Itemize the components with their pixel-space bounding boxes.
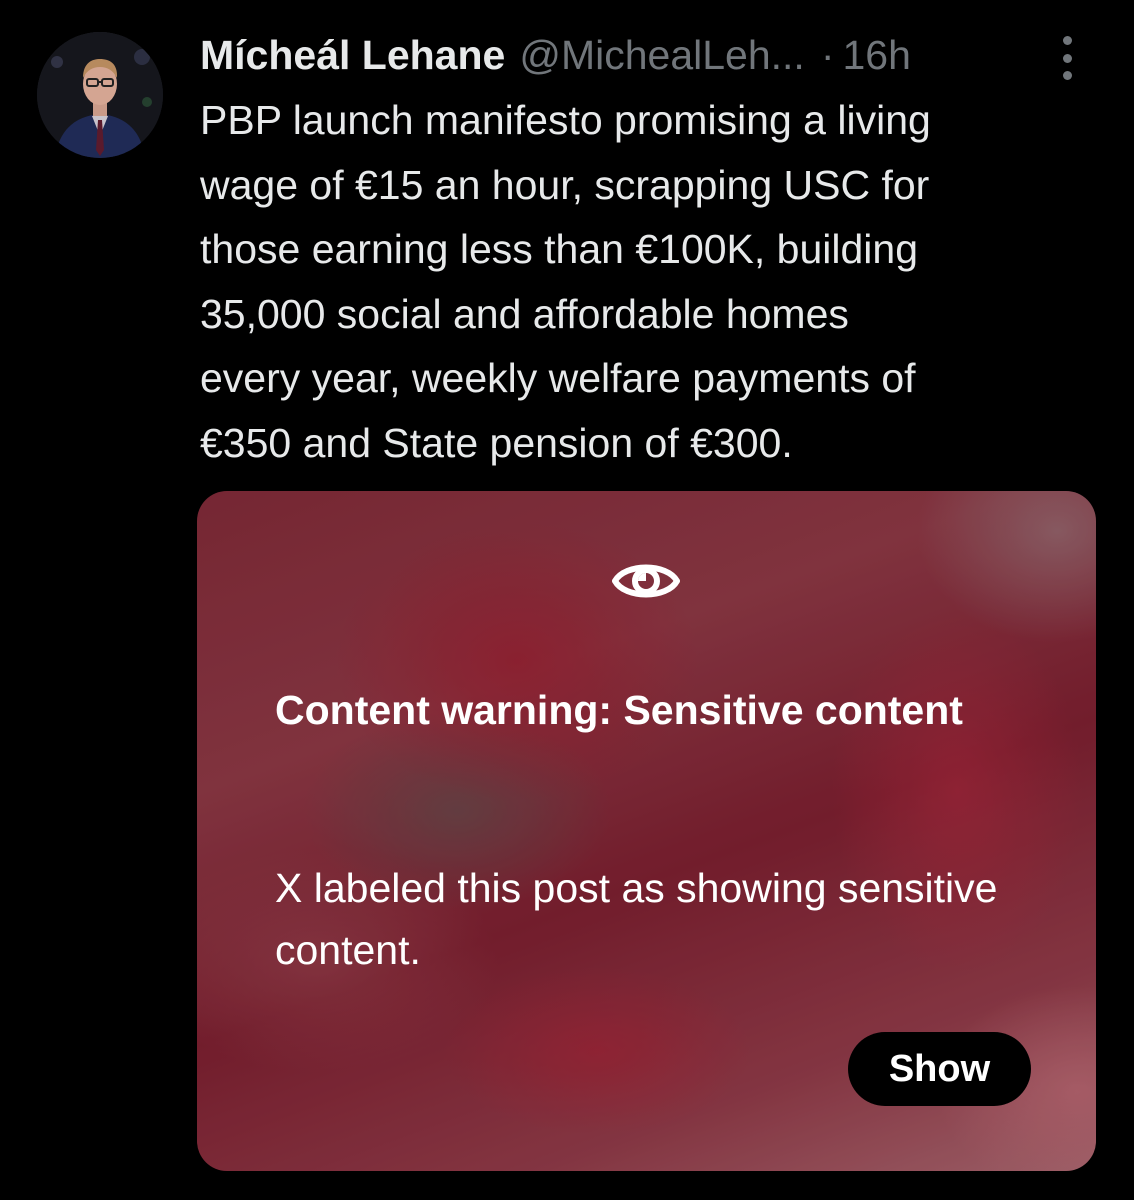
- author-handle[interactable]: @MichealLeh...: [519, 32, 804, 79]
- author-display-name[interactable]: Mícheál Lehane: [200, 32, 505, 79]
- more-vertical-icon-dot: [1062, 53, 1072, 63]
- profile-photo: [37, 32, 163, 158]
- separator-dot: ·: [820, 31, 835, 78]
- sensitive-media-card: Content warning: Sensitive content X lab…: [197, 491, 1096, 1171]
- timestamp[interactable]: 16h: [842, 32, 910, 79]
- eye-icon: [611, 555, 681, 607]
- show-sensitive-content-button[interactable]: Show: [848, 1032, 1031, 1106]
- more-vertical-icon-dot: [1062, 71, 1072, 80]
- more-options-button[interactable]: [1052, 36, 1082, 80]
- more-vertical-icon: [1062, 36, 1072, 45]
- author-avatar[interactable]: [37, 32, 163, 158]
- content-warning-title: Content warning: Sensitive content: [275, 687, 963, 733]
- tweet-text: PBP launch manifesto promising a living …: [200, 97, 931, 466]
- tweet-header: Mícheál Lehane @MichealLeh... · 16h: [200, 30, 1100, 80]
- tweet[interactable]: Mícheál Lehane @MichealLeh... · 16h PBP …: [0, 0, 1134, 1200]
- content-warning-description: X labeled this post as showing sensitive…: [275, 865, 998, 973]
